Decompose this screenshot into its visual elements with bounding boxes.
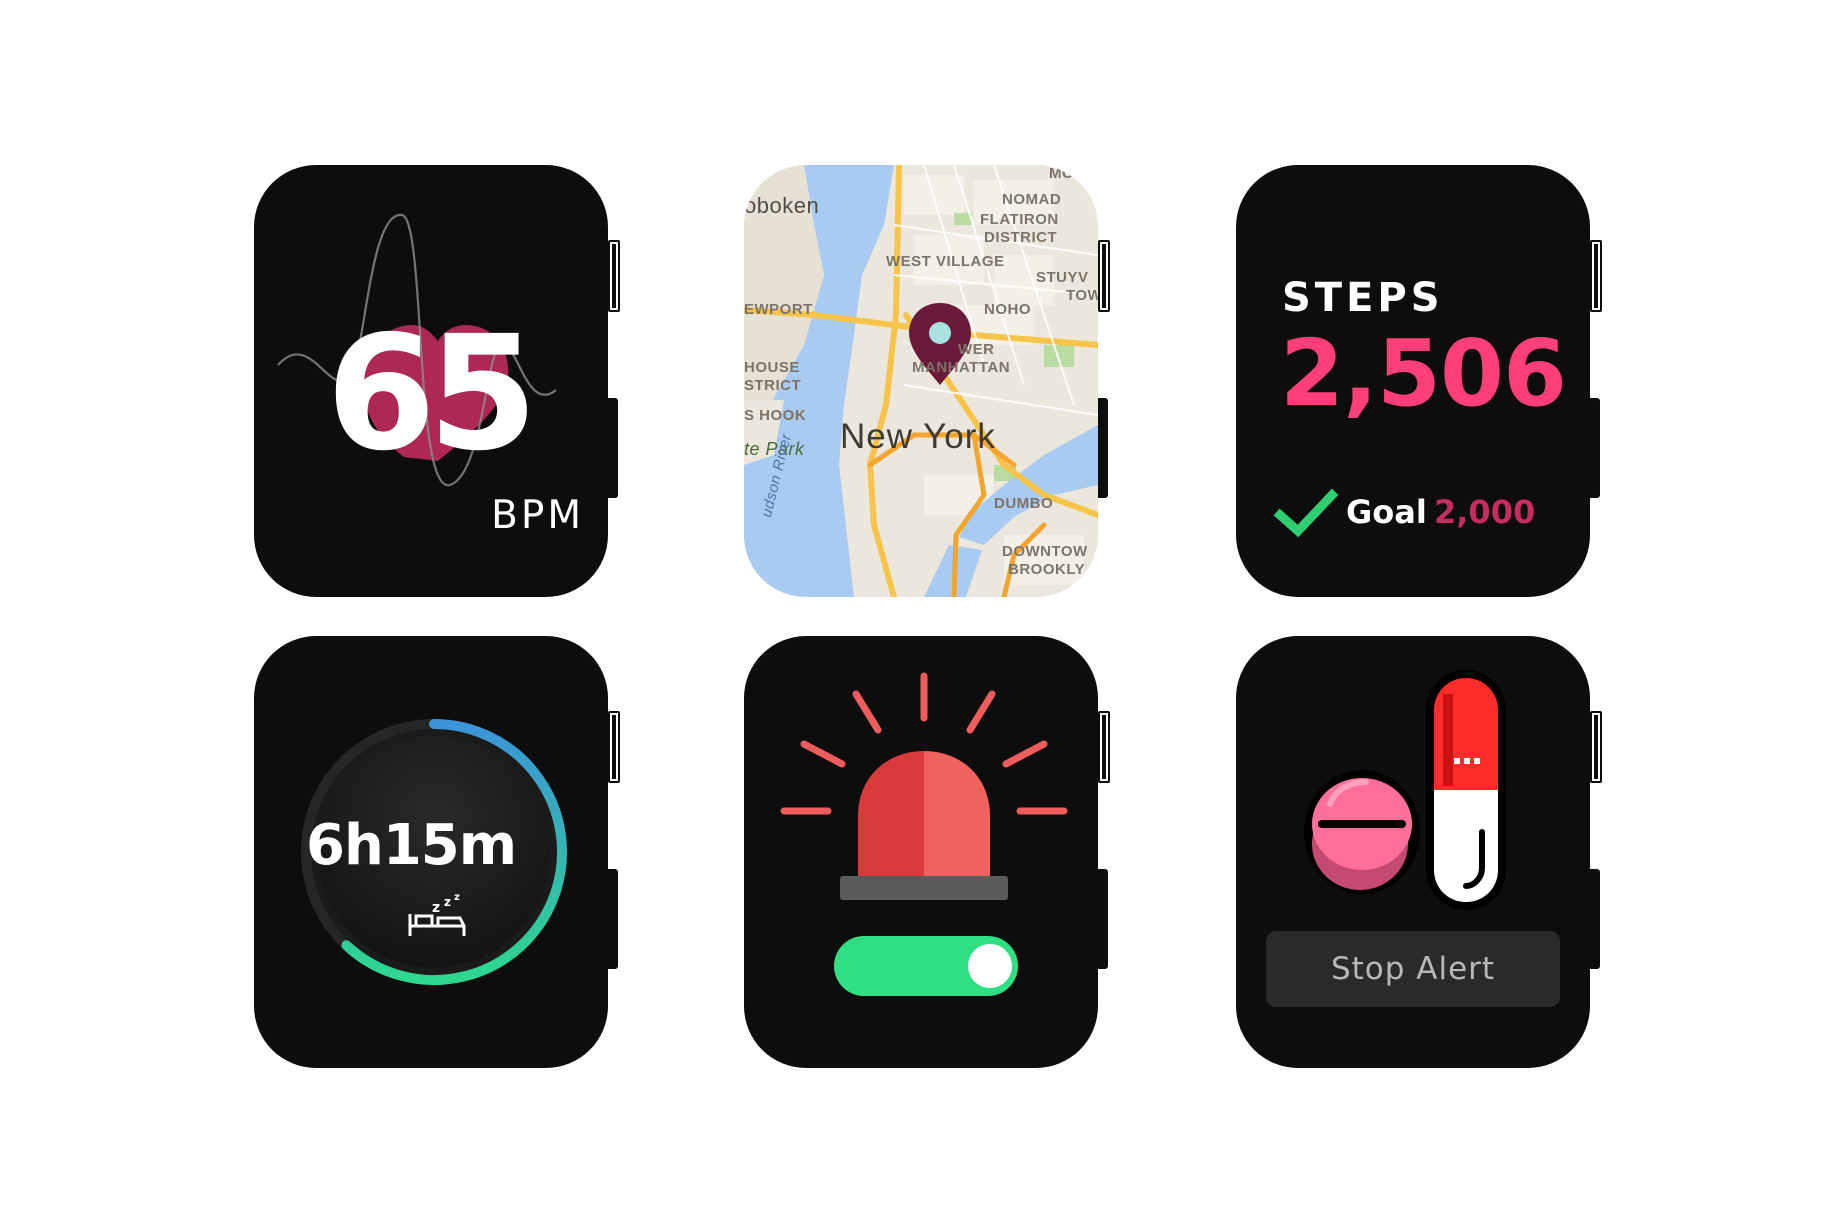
svg-text:z: z (432, 900, 440, 916)
sleep-watch: z z z 6h15m (254, 636, 620, 1068)
steps-watch: STEPS 2,506 Goal 2,000 (1236, 165, 1602, 597)
map-label: S HOOK (744, 407, 807, 424)
map-label: MANHATTAN (912, 359, 1011, 376)
map-label: DUMBO (994, 495, 1054, 512)
side-button (608, 398, 618, 498)
side-button (1098, 398, 1108, 498)
siren-icon (780, 672, 1068, 900)
bpm-unit: BPM (491, 493, 584, 538)
medication-screen: Stop Alert (1236, 636, 1590, 1068)
map-label: EWPORT (744, 301, 813, 318)
map-label: TOW (1066, 287, 1098, 304)
bpm-value: 65 (326, 302, 538, 486)
map-label: WER (958, 341, 995, 358)
map-label: oboken (744, 193, 820, 218)
map-label: STUYV (1036, 269, 1089, 286)
digital-crown (1098, 240, 1110, 312)
heart-rate-screen: 65 BPM (254, 165, 608, 597)
medication-watch: Stop Alert (1236, 636, 1602, 1068)
digital-crown (1590, 711, 1602, 783)
digital-crown (1098, 711, 1110, 783)
steps-title: STEPS (1282, 275, 1444, 321)
svg-text:z: z (444, 895, 451, 909)
map-watch: oboken MC NOMAD FLATIRON DISTRICT WEST V… (744, 165, 1110, 597)
map-label: BROOKLY (1008, 561, 1086, 578)
stop-alert-button[interactable]: Stop Alert (1266, 931, 1560, 1007)
digital-crown (608, 711, 620, 783)
map-label: NOMAD (1002, 191, 1062, 208)
digital-crown (608, 240, 620, 312)
watch-apps-showcase: 65 BPM oboken MC NOMAD FLATIRON DISTRICT… (0, 0, 1838, 1224)
check-icon (1273, 488, 1339, 538)
map-label: DISTRICT (984, 229, 1058, 246)
alarm-screen (744, 636, 1098, 1068)
heart-rate-watch: 65 BPM (254, 165, 620, 597)
map-label: NOHO (984, 301, 1031, 318)
map-screen[interactable]: oboken MC NOMAD FLATIRON DISTRICT WEST V… (744, 165, 1098, 597)
map-label: FLATIRON (980, 211, 1059, 228)
alarm-toggle[interactable] (834, 936, 1018, 996)
map-city-label: New York (840, 417, 996, 456)
goal-label: Goal (1346, 493, 1427, 531)
alarm-watch (744, 636, 1110, 1068)
side-button (1590, 869, 1600, 969)
tablet-icon (1304, 770, 1420, 894)
side-button (608, 869, 618, 969)
toggle-knob (968, 944, 1012, 988)
side-button (1098, 869, 1108, 969)
capsule-icon (1426, 670, 1506, 910)
sleep-screen: z z z 6h15m (254, 636, 608, 1068)
goal-value: 2,000 (1434, 493, 1536, 531)
sleep-duration: 6h15m (306, 813, 517, 878)
map-label: HOUSE (744, 359, 800, 376)
map-label: MC (1049, 165, 1074, 182)
side-button (1590, 398, 1600, 498)
digital-crown (1590, 240, 1602, 312)
map-label: WEST VILLAGE (886, 253, 1005, 270)
map-label: STRICT (744, 377, 802, 394)
map-label: DOWNTOW (1002, 543, 1088, 560)
steps-screen: STEPS 2,506 Goal 2,000 (1236, 165, 1590, 597)
svg-text:z: z (454, 892, 460, 903)
steps-value: 2,506 (1280, 320, 1567, 427)
